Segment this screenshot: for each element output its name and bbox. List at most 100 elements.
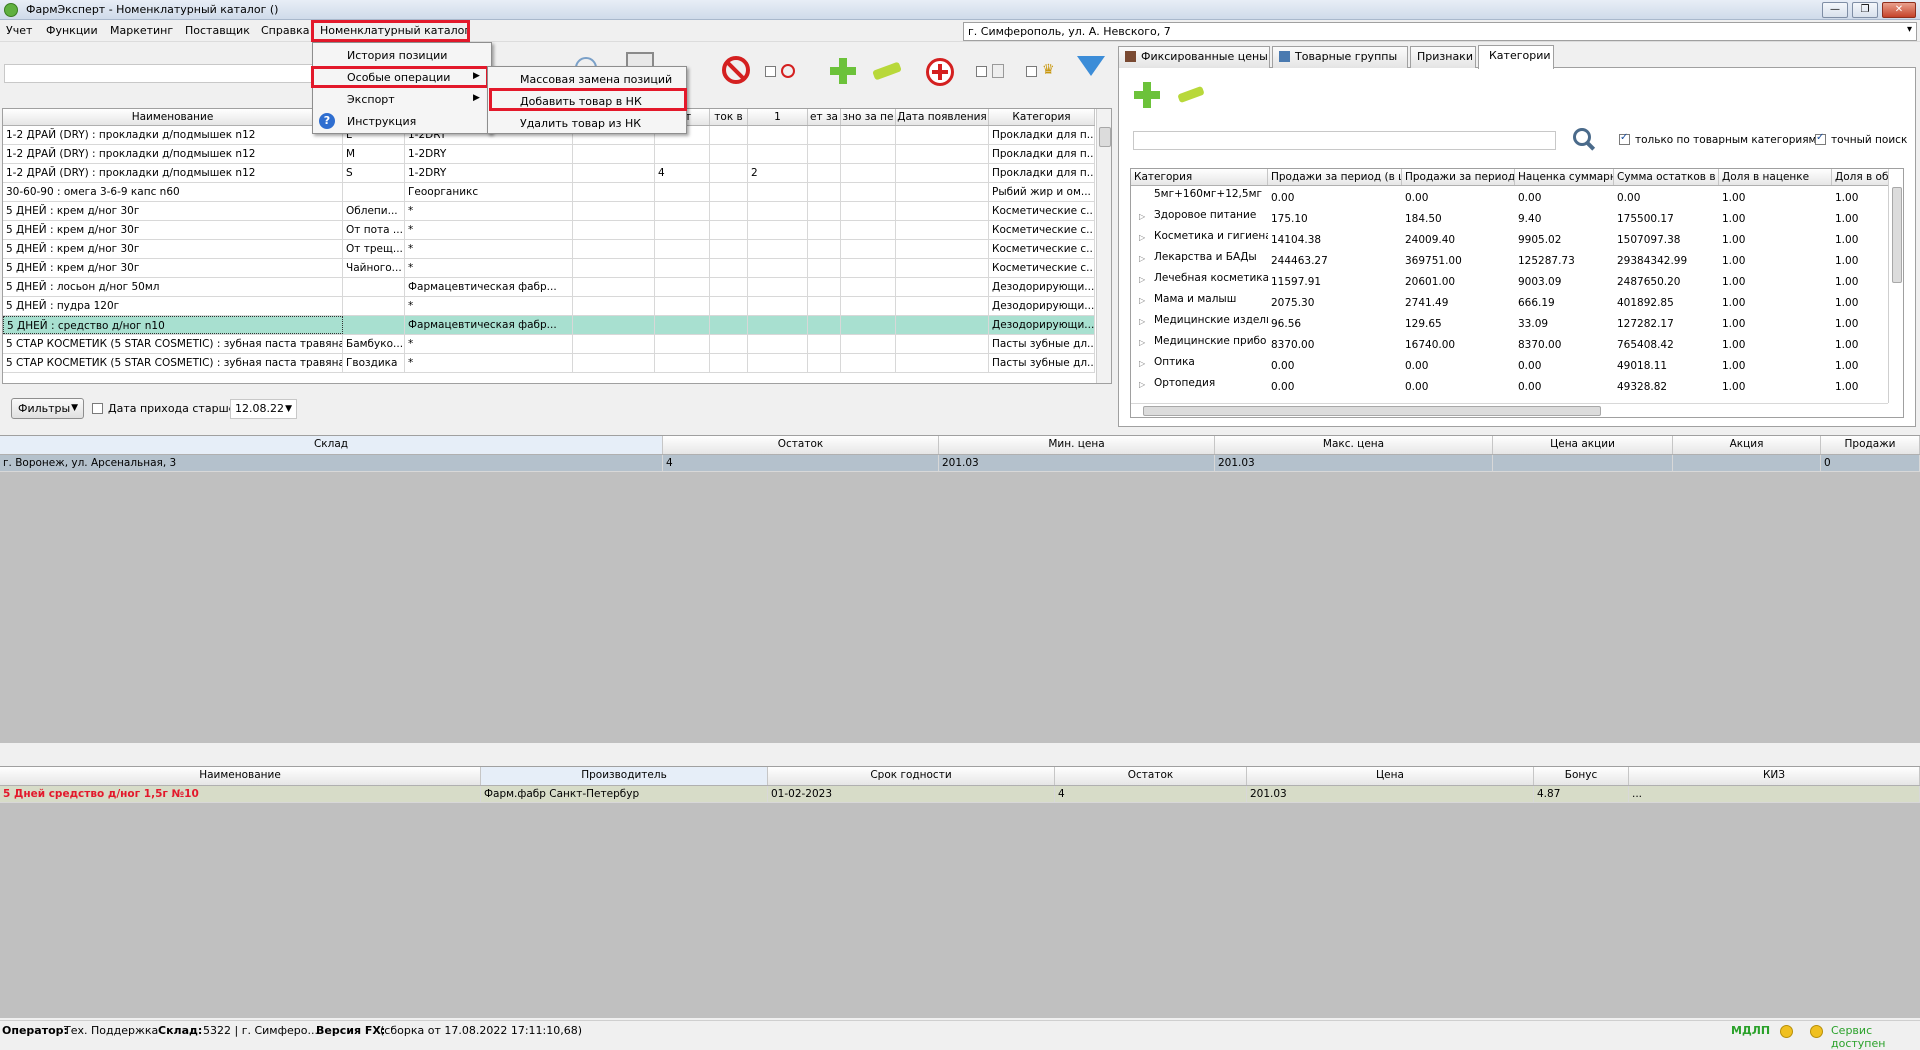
col-max-price[interactable]: Макс. цена [1215, 436, 1493, 454]
table-row[interactable]: 5 ДНЕЙ : крем д/ног 30г От трещ... * Космет… [3, 240, 1095, 259]
col-sales-cost[interactable]: Продажи за период (в ц [1268, 169, 1402, 185]
category-row[interactable]: ▷ Здоровое питание 175.10 184.50 9.40 175500.… [1131, 207, 1888, 228]
forbidden-icon[interactable] [722, 56, 750, 84]
menu-export[interactable]: Экспорт [313, 89, 491, 110]
expand-arrow-icon[interactable]: ▷ [1139, 338, 1145, 347]
menu-marketing[interactable]: Маркетинг [110, 24, 173, 37]
col-markup-share[interactable]: Доля в наценке [1719, 169, 1832, 185]
menu-mass-replace[interactable]: Массовая замена позиций [488, 69, 686, 90]
col-kiz[interactable]: КИЗ [1629, 767, 1920, 785]
add-red-circle-icon[interactable] [926, 58, 954, 86]
expand-arrow-icon[interactable]: ▷ [1139, 317, 1145, 326]
category-row[interactable]: ▷ Лекарства и БАДы 244463.27 369751.00 12528… [1131, 249, 1888, 270]
table-row[interactable]: 5 ДНЕЙ : крем д/ног 30г От пота ... * Косме… [3, 221, 1095, 240]
maximize-button[interactable]: ❐ [1852, 2, 1878, 18]
date-filter-checkbox[interactable] [92, 403, 103, 414]
expand-arrow-icon[interactable]: ▷ [1139, 233, 1145, 242]
minimize-button[interactable]: — [1822, 2, 1848, 18]
col-category-name[interactable]: Категория [1131, 169, 1268, 185]
category-row[interactable]: 5мг+160мг+12,5мг 0.00 0.00 0.00 0.00 1.00 1.00 [1131, 186, 1888, 207]
col-stock-sum[interactable]: Сумма остатков в [1614, 169, 1719, 185]
remove-green-icon[interactable] [872, 61, 902, 81]
col-manufacturer[interactable]: Производитель [481, 767, 768, 785]
category-row[interactable]: ▷ Косметика и гигиена 14104.38 24009.40 9905… [1131, 228, 1888, 249]
tab-product-groups[interactable]: Товарные группы [1272, 46, 1408, 68]
filters-button[interactable]: Фильтры ▼ [11, 398, 84, 419]
menu-uchet[interactable]: Учет [6, 24, 32, 37]
tab-fixed-prices[interactable]: Фиксированные цены [1118, 46, 1270, 68]
menu-help[interactable]: Справка [261, 24, 309, 37]
tab-categories[interactable]: Категории [1478, 45, 1554, 69]
toolbar-checkbox-1[interactable] [765, 66, 776, 77]
hscroll-thumb[interactable] [1143, 406, 1601, 416]
col-promo[interactable]: Акция [1673, 436, 1821, 454]
table-row[interactable]: 5 СТАР КОСМЕТИК (5 STAR COSMETIC) : зубн… [3, 335, 1095, 354]
category-row[interactable]: ▷ Лечебная косметика 11597.91 20601.00 9003.… [1131, 270, 1888, 291]
category-row[interactable]: ▷ Медицинские издели 96.56 129.65 33.09 12728… [1131, 312, 1888, 333]
col-name[interactable]: Наименование [3, 109, 343, 125]
table-row[interactable]: 5 ДНЕЙ : крем д/ног 30г Чайного... * Космет… [3, 259, 1095, 278]
close-button[interactable]: ✕ [1882, 2, 1916, 18]
expand-arrow-icon[interactable]: ▷ [1139, 296, 1145, 305]
category-row[interactable]: ▷ Мама и малыш 2075.30 2741.49 666.19 401892.… [1131, 291, 1888, 312]
col-date[interactable]: Дата появления [896, 109, 989, 125]
tab-attributes[interactable]: Признаки [1410, 46, 1476, 68]
location-select[interactable]: г. Симферополь, ул. А. Невского, 7 ▾ [963, 22, 1917, 41]
table-row[interactable]: 1-2 ДРАЙ (DRY) : прокладки д/подмышек n1… [3, 164, 1095, 183]
toolbar-checkbox-3[interactable] [1026, 66, 1037, 77]
col-turnover-share[interactable]: Доля в об [1832, 169, 1889, 185]
col-min-price[interactable]: Мин. цена [939, 436, 1215, 454]
col-1[interactable]: 1 [748, 109, 808, 125]
category-search-input[interactable] [1133, 131, 1556, 150]
menu-instruction[interactable]: Инструкция [313, 111, 491, 132]
scroll-thumb[interactable] [1892, 187, 1902, 283]
menu-remove-from-nk[interactable]: Удалить товар из НК [488, 113, 686, 134]
table-row[interactable]: г. Воронеж, ул. Арсенальная, 3 4 201.03 … [0, 455, 1920, 472]
table-row[interactable]: 5 ДНЕЙ : крем д/ног 30г Облепи... * Космети… [3, 202, 1095, 221]
menu-functions[interactable]: Функции [46, 24, 98, 37]
col-zno[interactable]: зно за пе [841, 109, 896, 125]
expand-arrow-icon[interactable]: ▷ [1139, 359, 1145, 368]
exact-search-checkbox[interactable] [1815, 132, 1826, 145]
expand-arrow-icon[interactable]: ▷ [1139, 212, 1145, 221]
table-row[interactable]: 5 Дней средство д/ног 1,5г №10 Фарм.фабр… [0, 786, 1920, 803]
expand-arrow-icon[interactable]: ▷ [1139, 275, 1145, 284]
table-row[interactable]: 5 ДНЕЙ : пудра 120г * Дезодорирующи... [3, 297, 1095, 316]
categories-scrollbar[interactable] [1888, 169, 1903, 403]
category-row[interactable]: ▷ Ортопедия 0.00 0.00 0.00 49328.82 1.00 1.00 [1131, 375, 1888, 396]
date-picker[interactable]: 12.08.22 ▼ [230, 399, 297, 419]
col-markup[interactable]: Наценка суммарн [1515, 169, 1614, 185]
product-grid-scrollbar[interactable] [1096, 109, 1111, 383]
toolbar-checkbox-2[interactable] [976, 66, 987, 77]
table-row[interactable]: 1-2 ДРАЙ (DRY) : прокладки д/подмышек n1… [3, 145, 1095, 164]
col-batch-stock[interactable]: Остаток [1055, 767, 1247, 785]
menu-history[interactable]: История позиции [313, 45, 491, 66]
table-row[interactable]: 5 СТАР КОСМЕТИК (5 STAR COSMETIC) : зубн… [3, 354, 1095, 373]
search-input[interactable] [4, 64, 324, 83]
expand-arrow-icon[interactable]: ▷ [1139, 380, 1145, 389]
categories-hscrollbar[interactable] [1131, 403, 1888, 417]
category-row[interactable]: ▷ Оптика 0.00 0.00 0.00 49018.11 1.00 1.00 [1131, 354, 1888, 375]
expand-arrow-icon[interactable]: ▷ [1139, 254, 1145, 263]
trophy-icon[interactable]: ♛ [1042, 62, 1056, 78]
add-green-icon[interactable] [830, 58, 856, 84]
filter-icon[interactable] [1077, 56, 1105, 76]
col-category[interactable]: Категория [989, 109, 1095, 125]
col-tok[interactable]: ток в [710, 109, 748, 125]
col-promo-price[interactable]: Цена акции [1493, 436, 1673, 454]
only-categories-checkbox[interactable] [1619, 132, 1630, 145]
col-price[interactable]: Цена [1247, 767, 1534, 785]
scroll-thumb[interactable] [1099, 127, 1111, 147]
table-row[interactable]: 5 ДНЕЙ : средство д/ног n10 Фармацевтичес… [3, 316, 1095, 335]
col-bonus[interactable]: Бонус [1534, 767, 1629, 785]
block-small-icon[interactable] [781, 64, 795, 78]
table-row[interactable]: 30-60-90 : омега 3-6-9 капс n60 Геооргани… [3, 183, 1095, 202]
add-category-icon[interactable] [1134, 82, 1160, 108]
col-stock[interactable]: Остаток [663, 436, 939, 454]
table-row[interactable]: 5 ДНЕЙ : лосьон д/ног 50мл Фармацевтическ… [3, 278, 1095, 297]
col-et[interactable]: ет за [808, 109, 841, 125]
doc-check-icon[interactable] [992, 64, 1004, 78]
col-batch-name[interactable]: Наименование [0, 767, 481, 785]
category-row[interactable]: ▷ Медицинские прибо 8370.00 16740.00 8370.00… [1131, 333, 1888, 354]
menu-supplier[interactable]: Поставщик [185, 24, 250, 37]
